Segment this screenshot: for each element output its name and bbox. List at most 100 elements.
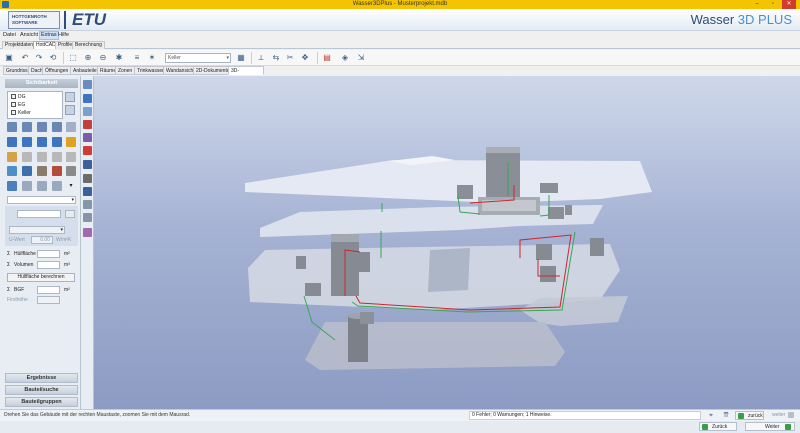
- list-icon[interactable]: ≡: [132, 53, 142, 63]
- offset-field[interactable]: 0.00: [31, 236, 53, 244]
- cube-icon[interactable]: [83, 107, 92, 116]
- menu-extras[interactable]: Extras: [39, 31, 59, 40]
- next-button[interactable]: Weiter: [745, 422, 795, 431]
- menu-datei[interactable]: Datei: [2, 31, 17, 40]
- back-small-button[interactable]: zurück: [735, 411, 764, 420]
- minimize-button[interactable]: ‒: [750, 0, 764, 9]
- property-select[interactable]: ▾: [9, 226, 65, 234]
- cube-icon[interactable]: ◈: [340, 53, 350, 63]
- tool-icon[interactable]: [83, 200, 92, 209]
- property-field[interactable]: [17, 210, 61, 218]
- property-button[interactable]: [65, 210, 75, 218]
- export-icon[interactable]: ⇲: [356, 53, 366, 63]
- zoom-out-icon[interactable]: ⊖: [98, 53, 108, 63]
- camera-icon[interactable]: [83, 174, 92, 183]
- heater-icon[interactable]: [52, 166, 62, 176]
- pipe-icon[interactable]: [83, 160, 92, 169]
- cut-icon[interactable]: ✂: [285, 53, 295, 63]
- wall-icon[interactable]: [7, 137, 17, 147]
- up-arrows-icon[interactable]: ⇈: [721, 411, 731, 420]
- accordion-ergebnisse[interactable]: Ergebnisse: [5, 373, 78, 383]
- subtab-trinkwasser[interactable]: Trinkwasser: [134, 66, 167, 75]
- eye-icon[interactable]: [22, 122, 32, 132]
- grid-icon[interactable]: [83, 228, 92, 237]
- next-arrow-icon[interactable]: [788, 412, 794, 418]
- floor-icon[interactable]: [22, 137, 32, 147]
- compute-envelope-button[interactable]: Hüllfläche berechnen: [7, 273, 75, 282]
- bgf-label: BGF: [14, 287, 25, 293]
- move-icon[interactable]: ✥: [300, 53, 310, 63]
- measure-icon[interactable]: ⟂: [256, 53, 266, 63]
- refresh-icon[interactable]: ⟲: [48, 53, 58, 63]
- eye-icon[interactable]: [7, 122, 17, 132]
- layer-up-icon[interactable]: [65, 92, 75, 102]
- pipe-icon[interactable]: [66, 166, 76, 176]
- save-icon[interactable]: ▣: [4, 53, 14, 63]
- subtab-grundriss[interactable]: Grundriss: [3, 66, 31, 75]
- subtab-2d-dokumente[interactable]: 2D-Dokumente: [193, 66, 233, 75]
- eye-icon[interactable]: [52, 122, 62, 132]
- layer-down-icon[interactable]: [65, 105, 75, 115]
- box-icon[interactable]: [7, 181, 17, 191]
- slab-icon[interactable]: [66, 152, 76, 162]
- component-select[interactable]: ▾: [7, 196, 76, 204]
- subtab-zonen[interactable]: Zonen: [115, 66, 136, 75]
- stair-icon[interactable]: [22, 152, 32, 162]
- maximize-button[interactable]: ▫: [766, 0, 780, 9]
- column-icon[interactable]: [37, 152, 47, 162]
- door-icon[interactable]: [52, 137, 62, 147]
- menu-hilfe[interactable]: Hilfe: [57, 31, 70, 40]
- back-button[interactable]: Zurück: [699, 422, 737, 431]
- accordion-bauteilsuche[interactable]: Bauteilsuche: [5, 385, 78, 395]
- subtab-3d-darstellung[interactable]: 3D-Darstellung: [228, 66, 264, 82]
- layer-item-eg[interactable]: EG: [11, 102, 25, 108]
- select-icon[interactable]: ⬚: [68, 53, 78, 63]
- settings-icon[interactable]: ✱: [114, 53, 124, 63]
- floor-select[interactable]: Keller ▾: [165, 53, 231, 63]
- eye-icon[interactable]: [37, 122, 47, 132]
- checkbox-icon[interactable]: [11, 94, 16, 100]
- dimension-icon[interactable]: ⇆: [271, 53, 281, 63]
- undo-icon[interactable]: ↶: [20, 53, 30, 63]
- rotate-icon[interactable]: [83, 94, 92, 103]
- zoom-in-icon[interactable]: ⊕: [83, 53, 93, 63]
- layer-icon[interactable]: [83, 133, 92, 142]
- tool-icon[interactable]: [83, 213, 92, 222]
- redo-icon[interactable]: ↷: [34, 53, 44, 63]
- box-icon[interactable]: [22, 181, 32, 191]
- beam-icon[interactable]: [52, 152, 62, 162]
- arrow-icon[interactable]: [83, 187, 92, 196]
- 3d-viewport[interactable]: [94, 76, 800, 409]
- menu-ansicht[interactable]: Ansicht: [19, 31, 39, 40]
- tank-icon[interactable]: [37, 166, 47, 176]
- checkbox-icon[interactable]: [11, 102, 16, 108]
- accordion-bauteilgruppen[interactable]: Bauteilgruppen: [5, 397, 78, 407]
- layer-item-dg[interactable]: DG: [11, 94, 26, 100]
- view-icon[interactable]: [83, 80, 92, 89]
- panel-icon[interactable]: [22, 166, 32, 176]
- next-small-label[interactable]: weiter: [772, 411, 785, 420]
- chart-icon[interactable]: ▤: [322, 53, 332, 63]
- box-icon[interactable]: [52, 181, 62, 191]
- chevron-down-icon: ▾: [60, 227, 63, 233]
- red-block-icon[interactable]: [83, 146, 92, 155]
- solar-icon[interactable]: [7, 166, 17, 176]
- pin-icon[interactable]: ⌖: [706, 411, 716, 420]
- box-icon[interactable]: [37, 181, 47, 191]
- app-name-part-b: 3D PLUS: [737, 12, 792, 27]
- window-icon[interactable]: [37, 137, 47, 147]
- chevron-down-icon[interactable]: ▾: [68, 181, 74, 191]
- close-button[interactable]: ✕: [782, 0, 796, 9]
- snap-icon[interactable]: ✶: [147, 53, 157, 63]
- tab-berechnung[interactable]: Berechnung: [72, 41, 105, 49]
- layer-item-keller[interactable]: Keller: [11, 110, 31, 116]
- section-icon[interactable]: [83, 120, 92, 129]
- subtab-anbauteile[interactable]: Anbauteile: [70, 66, 100, 75]
- grid-icon[interactable]: ▦: [236, 53, 246, 63]
- tab-projektdaten[interactable]: Projektdaten: [2, 41, 37, 49]
- furniture-icon[interactable]: [7, 152, 17, 162]
- eye-closed-icon[interactable]: [66, 122, 76, 132]
- checkbox-icon[interactable]: [11, 110, 16, 116]
- roof-icon[interactable]: [66, 137, 76, 147]
- subtab-oeffnungen[interactable]: Öffnungen: [42, 66, 72, 75]
